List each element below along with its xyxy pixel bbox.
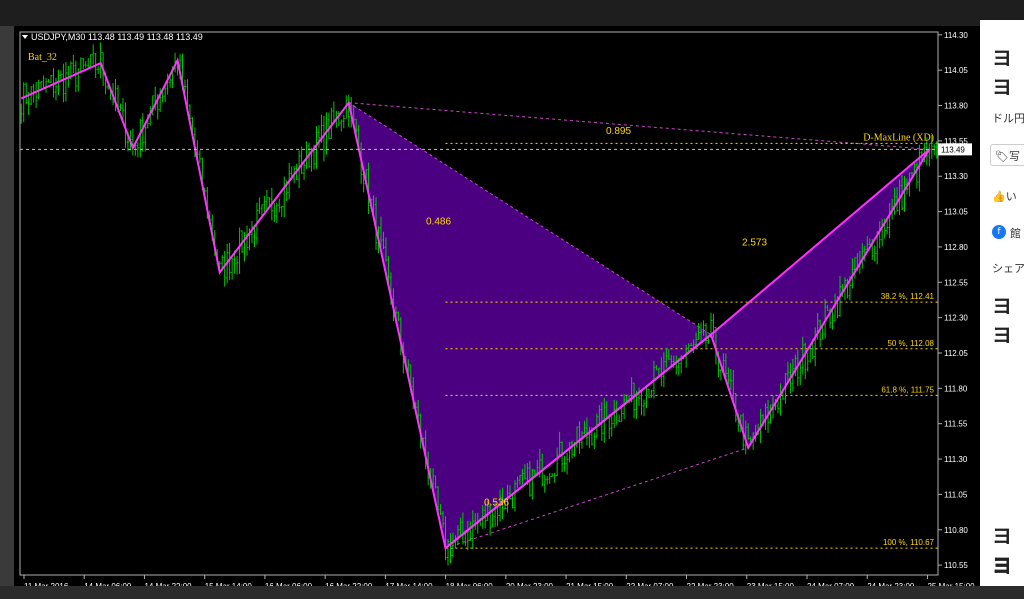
- y-tick-label: 111.80: [944, 384, 968, 393]
- ratio-label: 0.536: [484, 498, 509, 509]
- web-side-panel: ヨヨ ドル円 🏷写 👍い f 館 シェア ヨヨ ヨヨ ヨヨ: [980, 20, 1024, 586]
- y-tick-label: 112.05: [944, 349, 968, 358]
- logo-link-3[interactable]: ヨヨ: [992, 550, 1024, 586]
- y-tick-label: 114.30: [944, 31, 968, 40]
- y-tick-label: 110.55: [944, 561, 968, 570]
- like-label: い: [1005, 190, 1017, 203]
- y-tick-label: 111.55: [944, 420, 968, 429]
- y-tick-label: 112.80: [944, 243, 968, 252]
- tag-icon: 🏷: [995, 150, 1009, 163]
- ratio-label: 2.573: [742, 238, 767, 249]
- symbol-header: USDJPY,M30 113.48 113.49 113.48 113.49: [31, 32, 203, 42]
- facebook-label: 館: [1010, 227, 1021, 240]
- fib-level-label: 61.8 %, 111.75: [881, 385, 934, 394]
- site-logo[interactable]: ヨヨ: [992, 42, 1024, 100]
- y-tick-label: 111.30: [944, 455, 968, 464]
- like-button[interactable]: 👍い: [992, 188, 1017, 204]
- price-chart[interactable]: USDJPY,M30 113.48 113.49 113.48 113.49 Ba…: [14, 26, 980, 586]
- y-tick-label: 110.80: [944, 526, 968, 535]
- y-tick-label: 111.05: [944, 490, 968, 499]
- price-marker-text: 113.49: [941, 145, 965, 154]
- logo-link-1[interactable]: ヨヨ: [992, 290, 1024, 348]
- thumbs-up-icon: 👍: [992, 190, 1006, 203]
- y-tick-label: 113.80: [944, 102, 968, 111]
- tag-button[interactable]: 🏷写: [990, 144, 1024, 166]
- fib-level-label: 100 %, 110.67: [883, 538, 935, 547]
- fib-level-label: 38.2 %, 112.41: [881, 292, 935, 301]
- tag-label: 写: [1008, 150, 1020, 163]
- side-heading: ドル円: [992, 112, 1024, 125]
- fib-level-label: 50 %, 112.08: [887, 339, 934, 348]
- ratio-label: 0.895: [606, 126, 631, 137]
- y-tick-label: 112.55: [944, 278, 968, 287]
- d-maxline-label: D-MaxLine (XD): [863, 132, 934, 143]
- background-strip: [0, 0, 1024, 26]
- share-label: シェア: [992, 262, 1024, 275]
- indicator-name: Bat_32: [28, 52, 57, 63]
- y-tick-label: 114.05: [944, 66, 968, 75]
- facebook-icon[interactable]: f: [992, 225, 1006, 239]
- ratio-line-xd: [348, 102, 930, 150]
- ratio-label: 0.486: [426, 216, 451, 227]
- chart-window[interactable]: USDJPY,M30 113.48 113.49 113.48 113.49 Ba…: [14, 26, 980, 586]
- y-tick-label: 112.30: [944, 314, 968, 323]
- bottom-bar: [0, 586, 1024, 599]
- dropdown-triangle-icon: [22, 35, 28, 39]
- y-tick-label: 113.05: [944, 208, 968, 217]
- y-tick-label: 113.30: [944, 172, 968, 181]
